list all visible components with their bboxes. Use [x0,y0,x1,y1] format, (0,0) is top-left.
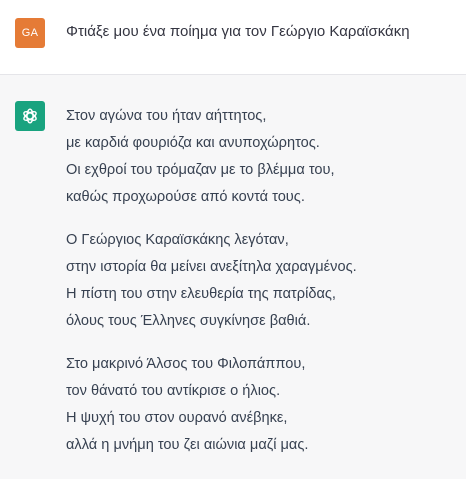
user-message-row: GA Φτιάξε μου ένα ποίημα για τον Γεώργιο… [0,0,466,75]
poem-line: καθώς προχωρούσε από κοντά τους. [66,189,305,205]
user-avatar: GA [15,18,45,48]
poem-line: Στο μακρινό Άλσος του Φιλοπάππου, [66,356,306,372]
poem-line: Ο Γεώργιος Καραϊσκάκης λεγόταν, [66,232,289,248]
poem-line: τον θάνατό του αντίκρισε ο ήλιος. [66,383,281,399]
poem-stanza: Στον αγώνα του ήταν αήττητος, με καρδιά … [66,103,466,211]
poem-line: με καρδιά φουριόζα και ανυποχώρητος. [66,135,320,151]
poem-line: Η πίστη του στην ελευθερία της πατρίδας, [66,286,336,302]
poem-line: Η ψυχή του στον ουρανό ανέβηκε, [66,410,288,426]
poem-stanza: Στο μακρινό Άλσος του Φιλοπάππου, τον θά… [66,351,466,459]
openai-logo-icon [23,108,37,124]
poem-line: στην ιστορία θα μείνει ανεξίτηλα χαραγμέ… [66,259,357,275]
poem-line: Οι εχθροί του τρόμαζαν με το βλέμμα του, [66,162,335,178]
user-message-text: Φτιάξε μου ένα ποίημα για τον Γεώργιο Κα… [66,23,410,40]
poem-line: αλλά η μνήμη του ζει αιώνια μαζί μας. [66,437,309,453]
assistant-avatar [15,101,45,131]
assistant-message-row: Στον αγώνα του ήταν αήττητος, με καρδιά … [0,75,466,479]
poem-stanza: Ο Γεώργιος Καραϊσκάκης λεγόταν, στην ιστ… [66,227,466,335]
poem-line: όλους τους Έλληνες συγκίνησε βαθιά. [66,313,311,329]
poem-line: Στον αγώνα του ήταν αήττητος, [66,108,267,124]
assistant-poem: Στον αγώνα του ήταν αήττητος, με καρδιά … [66,103,466,475]
